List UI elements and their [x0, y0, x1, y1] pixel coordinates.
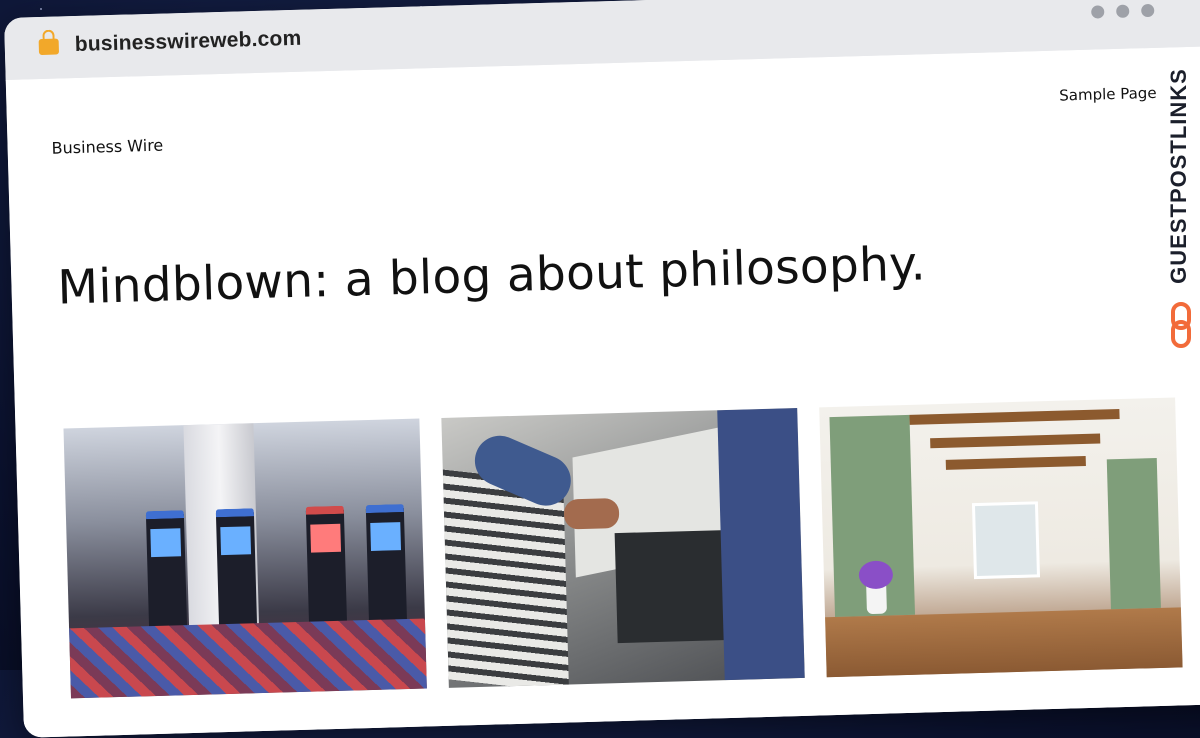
- nav-sample-page[interactable]: Sample Page: [1059, 84, 1157, 105]
- hero-title: Mindblown: a blog about philosophy.: [56, 236, 927, 316]
- lock-icon: [38, 38, 60, 56]
- chain-link-icon: [1171, 302, 1191, 348]
- window-dot-icon[interactable]: [1141, 3, 1155, 18]
- post-card-image-casino[interactable]: [63, 418, 427, 699]
- site-title-link[interactable]: Business Wire: [51, 136, 163, 158]
- post-card-image-hvac[interactable]: [441, 408, 805, 688]
- window-dot-icon[interactable]: [1091, 5, 1105, 19]
- browser-window: businesswireweb.com Business Wire Sample…: [4, 0, 1200, 738]
- window-dot-icon[interactable]: [1116, 4, 1130, 18]
- watermark-text: GUESTPOSTLINKS: [1166, 68, 1191, 284]
- post-card-image-kitchen[interactable]: [819, 397, 1183, 678]
- window-controls: [1091, 3, 1155, 19]
- post-grid: [63, 397, 1183, 699]
- web-page: Business Wire Sample Page Mindblown: a b…: [5, 45, 1200, 738]
- address-bar-url[interactable]: businesswireweb.com: [74, 27, 301, 57]
- guestpostlinks-watermark: GUESTPOSTLINKS: [1164, 56, 1194, 296]
